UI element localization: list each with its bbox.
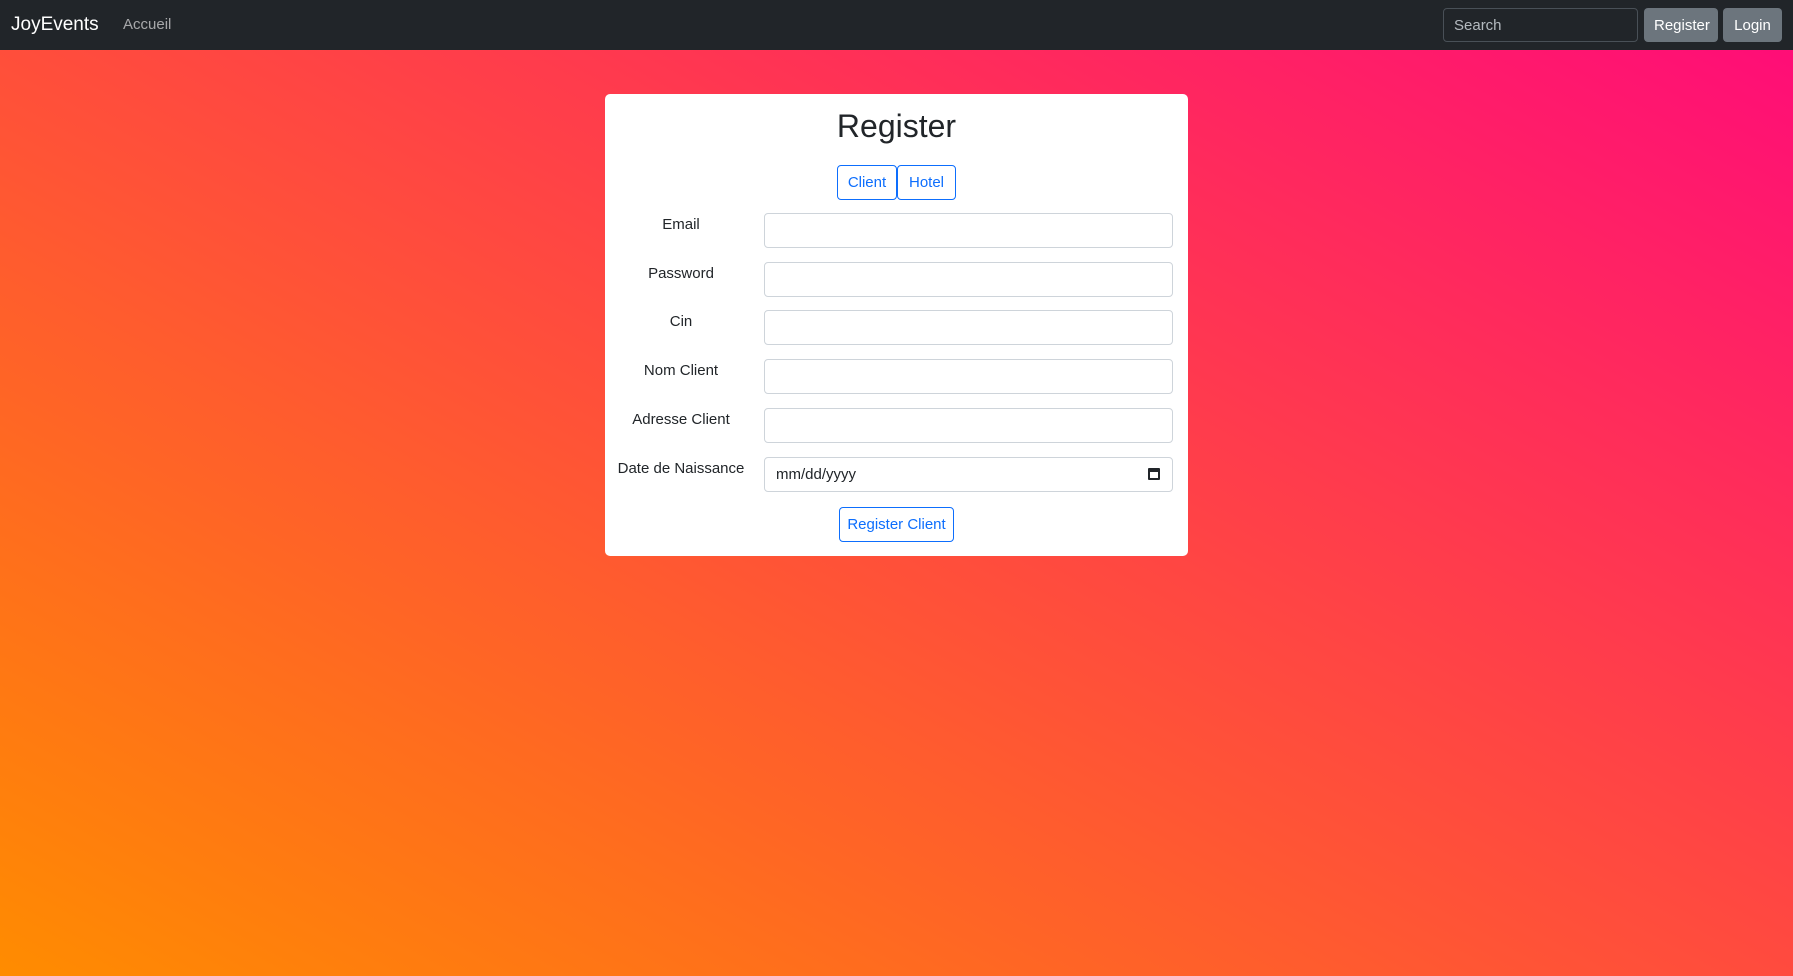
date-naissance-field[interactable]: mm/dd/yyyy [764, 457, 1173, 492]
register-client-button[interactable]: Register Client [839, 507, 954, 542]
date-naissance-label: Date de Naissance [617, 460, 745, 477]
cin-field[interactable] [764, 310, 1173, 345]
login-nav-button[interactable]: Login [1723, 8, 1782, 42]
nom-client-label: Nom Client [643, 362, 719, 379]
email-label: Email [662, 216, 700, 233]
calendar-icon[interactable] [1148, 468, 1160, 480]
nom-client-field[interactable] [764, 359, 1173, 394]
adresse-client-label: Adresse Client [632, 411, 730, 428]
tab-hotel[interactable]: Hotel [897, 165, 956, 200]
password-field[interactable] [764, 262, 1173, 297]
search-input[interactable] [1443, 8, 1638, 42]
navbar: JoyEvents Accueil Register Login [0, 0, 1793, 50]
adresse-client-field[interactable] [764, 408, 1173, 443]
email-field[interactable] [764, 213, 1173, 248]
brand-logo[interactable]: JoyEvents [11, 13, 99, 37]
password-label: Password [648, 265, 714, 282]
register-nav-button[interactable]: Register [1644, 8, 1718, 42]
page-title: Register [836, 108, 957, 144]
cin-label: Cin [669, 313, 693, 330]
nav-link-accueil[interactable]: Accueil [123, 16, 171, 34]
date-placeholder: mm/dd/yyyy [776, 466, 857, 483]
tab-client[interactable]: Client [837, 165, 897, 200]
